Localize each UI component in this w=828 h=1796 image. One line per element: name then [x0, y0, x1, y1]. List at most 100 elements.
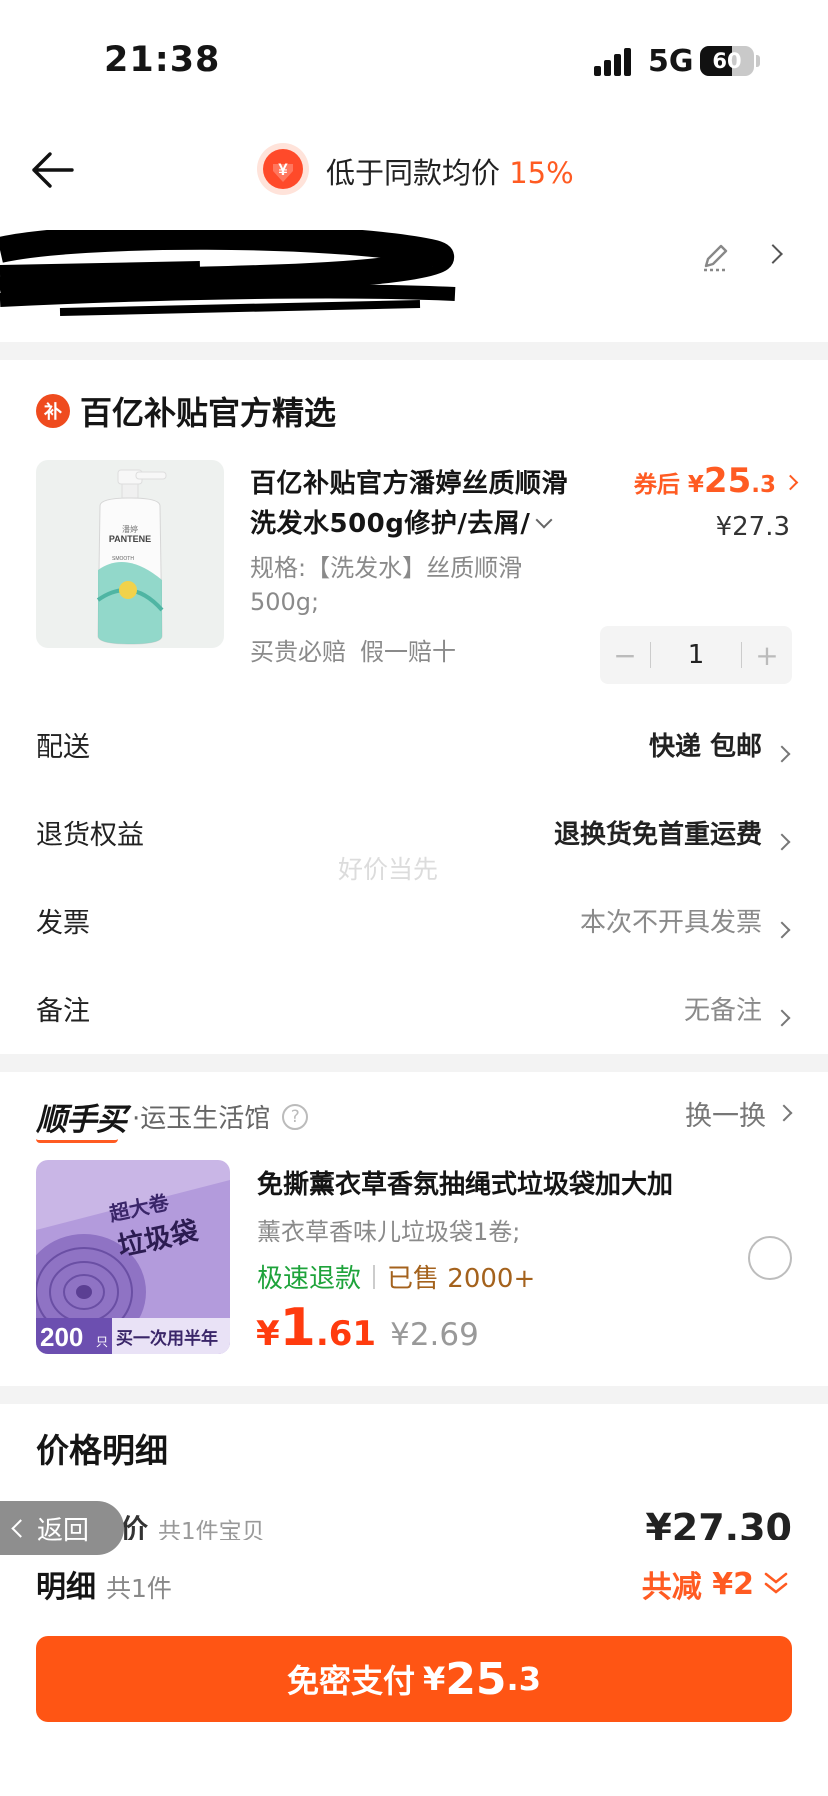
shop-name: 百亿补贴官方精选 [80, 394, 337, 432]
price-after-symbol: ¥ [687, 472, 704, 498]
price-chevron-icon [782, 474, 799, 491]
row-value-text: 本次不开具发票 [579, 907, 762, 938]
battery-cap [756, 55, 760, 67]
price-compare-label: 低于同款均价 [326, 156, 501, 190]
return-pill-button[interactable]: 返回 [0, 1501, 124, 1555]
double-chevron-down-icon [764, 1572, 788, 1594]
row-label: 配送 [36, 731, 90, 763]
row-value-text: 退换货免首重运费 [553, 819, 762, 850]
row-value-text: 无备注 [683, 995, 762, 1026]
row-label: 退货权益 [36, 819, 144, 851]
price-compare-percent: 15% [509, 156, 574, 190]
addon-product-title[interactable]: 免撕薰衣草香氛抽绳式垃圾袋加大加 [257, 1164, 673, 1201]
badge-symbol: ¥ [278, 160, 288, 179]
row-value: 本次不开具发票 [580, 902, 792, 939]
chevron-right-icon [773, 1009, 791, 1026]
battery-level: 60 [712, 49, 742, 73]
addon-image-slogan: 买一次用半年 [116, 1328, 218, 1348]
sold-count-tag: 已售 2000+ [387, 1264, 536, 1294]
price-down-badge-icon: ¥ [257, 143, 309, 195]
addon-product-image[interactable]: 超大卷 垃圾袋 200 只 买一次用半年 [36, 1160, 230, 1354]
row-label: 备注 [36, 995, 90, 1027]
increase-button[interactable]: + [742, 639, 792, 672]
expand-title-chevron-icon[interactable] [535, 511, 553, 529]
help-icon[interactable]: ? [282, 1103, 309, 1130]
price-after-dec: .3 [751, 472, 776, 498]
status-bar: 21:38 5G 60 [0, 0, 828, 120]
price-compare-text: 低于同款均价 15% [326, 150, 574, 192]
swap-button[interactable]: 换一换 [685, 1094, 793, 1133]
total-value: ¥27.30 [645, 1506, 792, 1542]
price-after-coupon[interactable]: 券后 ¥25.3 [633, 461, 799, 501]
guarantee-tag: 假一赔十 [360, 638, 456, 666]
price-original: ¥27.3 [715, 512, 790, 542]
back-arrow-icon[interactable] [30, 150, 76, 190]
row-invoice[interactable]: 发票 本次不开具发票 [36, 890, 792, 950]
addon-price-original: ¥2.69 [390, 1317, 479, 1353]
discount-value: ¥2 [712, 1566, 754, 1602]
addon-product-price: ¥1.61 ¥2.69 [256, 1298, 479, 1358]
row-remark[interactable]: 备注 无备注 [36, 978, 792, 1038]
redacted-address-scribble [0, 230, 456, 316]
shunshoumai-logo: 顺手买 [36, 1094, 127, 1143]
addon-product-spec[interactable]: 薰衣草香味儿垃圾袋1卷; [257, 1212, 520, 1247]
shop-header: 补 百亿补贴官方精选 [36, 388, 336, 434]
row-value: 退换货免首重运费 [554, 814, 792, 851]
discount-label: 共减 [641, 1570, 702, 1605]
row-delivery[interactable]: 配送 快递 包邮 [36, 714, 792, 774]
section-divider [0, 1386, 828, 1404]
subsidy-icon: 补 [36, 394, 70, 428]
discount-summary[interactable]: 共减 ¥2 [642, 1562, 790, 1606]
quantity-stepper: − 1 + [600, 626, 792, 684]
edit-icon[interactable] [698, 240, 732, 274]
chevron-left-icon [11, 1518, 30, 1538]
addon-price-dec: .61 [315, 1314, 377, 1354]
pay-button[interactable]: 免密支付 ¥25.3 [36, 1636, 792, 1722]
signal-icon [594, 46, 634, 76]
battery-icon: 60 [700, 46, 754, 76]
addon-image-unit: 只 [96, 1335, 108, 1349]
status-time: 21:38 [104, 40, 221, 80]
shunshoumai-store[interactable]: ·运玉生活馆 [132, 1098, 270, 1135]
bottle-brand-cn: 潘婷 [122, 524, 138, 534]
price-after-label: 券后 [633, 472, 680, 498]
addon-image-count: 200 [40, 1322, 83, 1352]
section-divider [0, 1054, 828, 1072]
watermark-text: 好价当先 [338, 855, 439, 884]
row-value: 快递 包邮 [649, 726, 792, 763]
bottle-label: SMOOTH [112, 556, 134, 562]
pay-int: 25 [445, 1653, 507, 1705]
detail-toggle[interactable]: 明细 共1件 [36, 1562, 172, 1606]
network-type: 5G [648, 44, 694, 79]
section-divider [0, 342, 828, 360]
shunshoumai-logo-text: 顺手买 [36, 1102, 127, 1138]
pay-dec: .3 [506, 1660, 541, 1698]
total-price-row: 商品总价共1件宝贝 ¥27.30 [36, 1502, 792, 1542]
addon-select-radio[interactable] [748, 1236, 792, 1280]
guarantee-tag: 买贵必赔 [250, 638, 346, 666]
addon-price-int: 1 [279, 1298, 316, 1358]
chevron-right-icon [773, 921, 791, 938]
product-guarantees: 买贵必赔 假一赔十 [250, 632, 470, 667]
total-count: 共1件宝贝 [158, 1519, 265, 1542]
row-value: 无备注 [684, 990, 792, 1027]
detail-count: 共1件 [106, 1574, 172, 1603]
chevron-right-icon [773, 745, 791, 762]
product-image[interactable]: 潘婷 PANTENE SMOOTH [36, 460, 224, 648]
product-title[interactable]: 百亿补贴官方潘婷丝质顺滑洗发水500g修护/去屑/ [250, 464, 580, 544]
pay-symbol: ¥ [423, 1660, 446, 1698]
quantity-value[interactable]: 1 [650, 642, 742, 668]
decrease-button[interactable]: − [600, 639, 650, 672]
shunshoumai-header: 顺手买 ·运玉生活馆 ? [36, 1094, 309, 1143]
row-label: 发票 [36, 907, 90, 939]
swap-label: 换一换 [685, 1101, 766, 1132]
fast-refund-tag: 极速退款 [257, 1264, 362, 1294]
product-spec[interactable]: 规格:【洗发水】丝质顺滑500g; [250, 551, 550, 619]
chevron-right-icon [775, 1104, 793, 1122]
bottle-brand: PANTENE [109, 534, 151, 544]
addon-price-symbol: ¥ [256, 1314, 280, 1354]
price-after-int: 25 [703, 461, 752, 501]
chevron-right-icon [773, 833, 791, 850]
product-title-text: 百亿补贴官方潘婷丝质顺滑洗发水500g修护/去屑/ [250, 469, 569, 539]
addon-product-tags: 极速退款 已售 2000+ [257, 1258, 535, 1295]
